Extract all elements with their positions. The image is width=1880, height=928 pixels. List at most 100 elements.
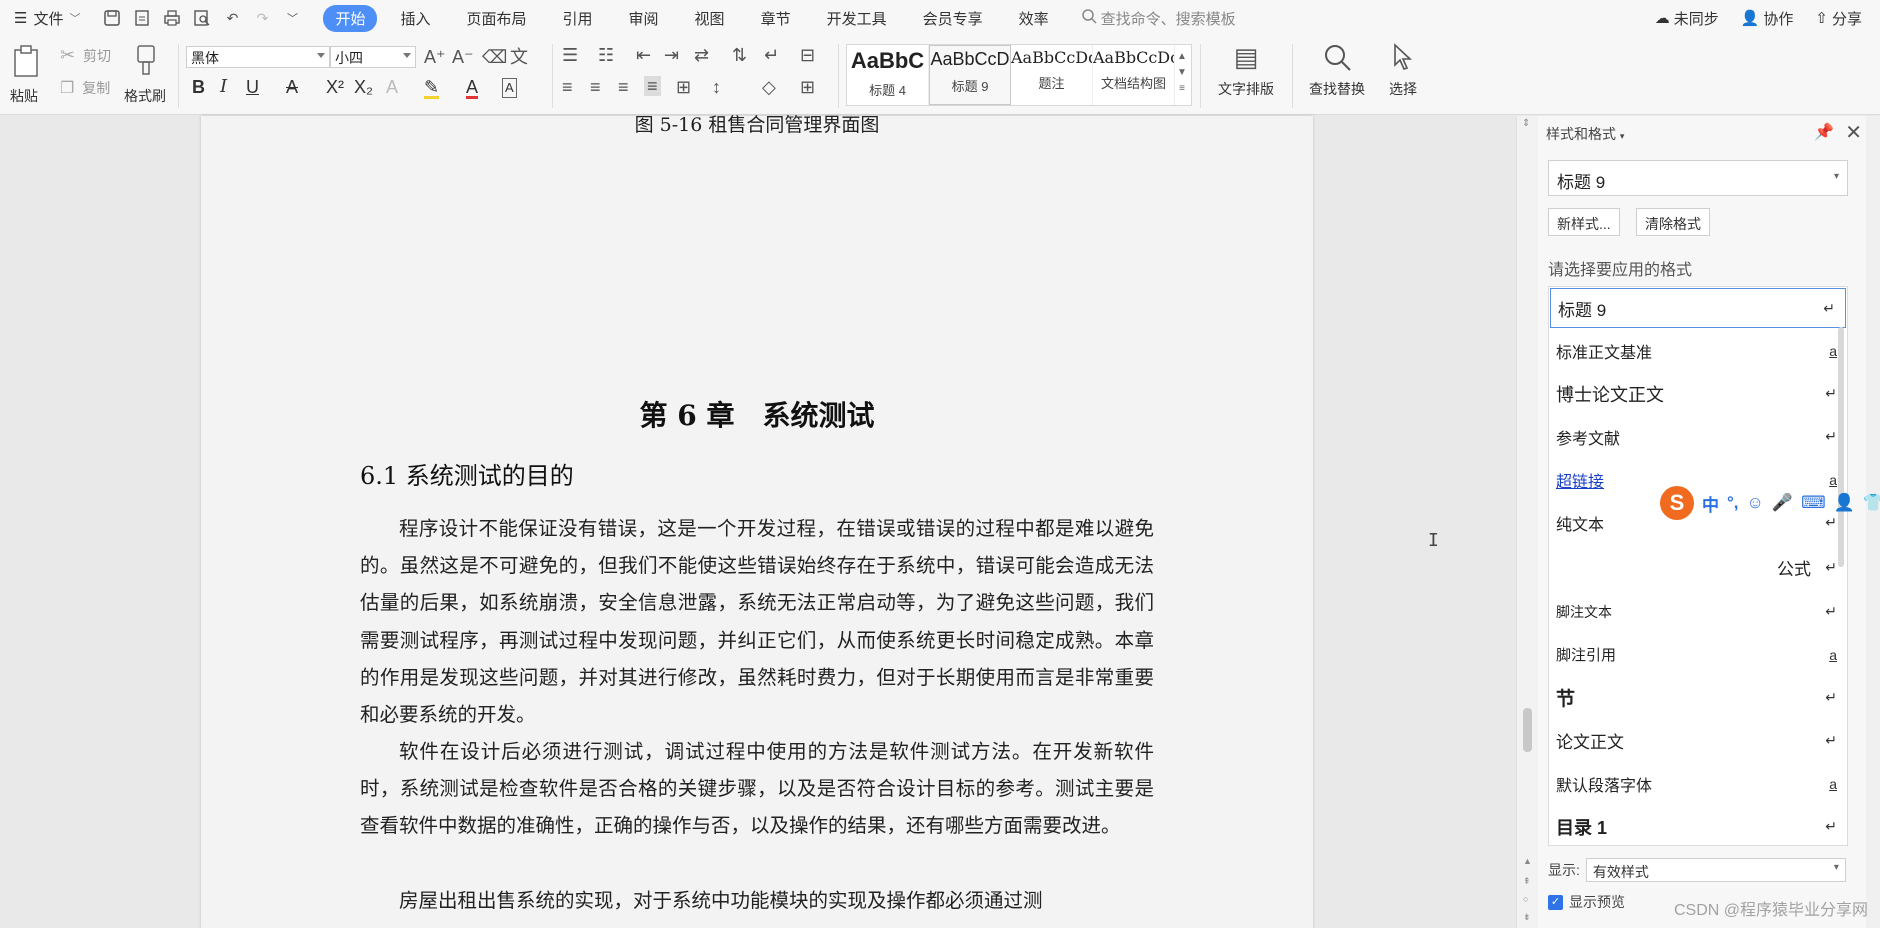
style-list-item[interactable]: 标题 9 ↵	[1550, 288, 1846, 328]
clear-format-button[interactable]: 清除格式	[1636, 208, 1710, 236]
ime-mode-toggle[interactable]: 中	[1702, 491, 1719, 516]
style-list-item[interactable]: 论文正文 ↵	[1549, 719, 1847, 762]
show-preview-checkbox[interactable]: ✓	[1548, 894, 1563, 910]
ime-punctuation-toggle[interactable]: °,	[1727, 493, 1739, 513]
increase-indent-icon[interactable]: ⇥	[664, 46, 679, 64]
font-color-icon[interactable]: A	[466, 78, 479, 99]
style-list-item[interactable]: 公式 ↵	[1549, 544, 1847, 590]
pin-icon[interactable]: 📌	[1814, 122, 1834, 142]
style-gallery-item[interactable]: AaBbCcD 标题 9	[929, 45, 1011, 105]
file-menu-button[interactable]: ☰ 文件 ﹀	[0, 8, 94, 29]
user-icon[interactable]: 👤	[1834, 493, 1855, 513]
paste-button[interactable]: 粘贴	[8, 42, 48, 106]
find-replace-button[interactable]: 查找替换	[1300, 42, 1374, 108]
share-button[interactable]: ⇧ 分享	[1815, 8, 1862, 29]
tab-insert[interactable]: 插入	[387, 5, 443, 32]
style-gallery-scroll[interactable]: ▲ ▼ ≡	[1175, 45, 1189, 105]
style-list-item[interactable]: 目录 1 ↵	[1549, 805, 1847, 845]
style-list-item[interactable]: 博士论文正文 ↵	[1549, 372, 1847, 415]
copy-button[interactable]: ❐ 复制	[60, 78, 110, 98]
superscript-icon[interactable]: X²	[326, 78, 344, 96]
highlight-icon[interactable]: ✎	[424, 78, 440, 99]
shading-icon[interactable]: ◇	[762, 78, 776, 96]
align-center-icon[interactable]: ≡	[590, 78, 601, 96]
style-list-item[interactable]: 脚注文本 ↵	[1549, 590, 1847, 633]
prev-page-icon[interactable]: ⇞	[1523, 876, 1531, 887]
print-icon[interactable]	[162, 8, 182, 28]
tab-review[interactable]: 审阅	[616, 5, 672, 32]
print-preview-icon[interactable]	[192, 8, 212, 28]
show-marks-icon[interactable]: ↵	[764, 46, 779, 64]
style-list-item[interactable]: 参考文献 ↵	[1549, 415, 1847, 458]
export-pdf-icon[interactable]	[132, 8, 152, 28]
style-list-scrollbar[interactable]	[1838, 327, 1844, 567]
undo-icon[interactable]: ↶	[222, 8, 242, 28]
distribute-icon[interactable]: ⊞	[676, 78, 691, 96]
tab-member[interactable]: 会员专享	[910, 5, 996, 32]
redo-icon[interactable]: ↷	[252, 8, 272, 28]
bold-icon[interactable]: B	[192, 78, 205, 96]
tabs-ruler-icon[interactable]: ⊟	[800, 46, 815, 64]
format-painter-button[interactable]: 格式刷	[122, 42, 170, 106]
current-style-select[interactable]: 标题 9 ▾	[1548, 160, 1848, 196]
shrink-font-icon[interactable]: A⁻	[452, 48, 474, 66]
collaborate-button[interactable]: 👤 协作	[1741, 8, 1794, 29]
styles-pane-title[interactable]: 样式和格式 ▾	[1546, 124, 1624, 144]
underline-icon[interactable]: U	[246, 78, 259, 96]
numbered-list-icon[interactable]: ☷	[598, 46, 614, 64]
customize-toolbar-icon[interactable]: ﹀	[282, 8, 302, 28]
microphone-icon[interactable]: 🎤	[1772, 493, 1793, 513]
strikethrough-icon[interactable]: A	[286, 78, 298, 96]
text-effect-icon[interactable]: A	[386, 78, 398, 96]
decrease-indent-icon[interactable]: ⇤	[636, 46, 651, 64]
emoji-icon[interactable]: ☺	[1747, 493, 1764, 513]
tab-references[interactable]: 引用	[550, 5, 606, 32]
clear-formatting-icon[interactable]: ⌫	[482, 48, 507, 66]
sync-status-button[interactable]: ☁ 未同步	[1655, 8, 1719, 29]
tab-developer[interactable]: 开发工具	[814, 5, 900, 32]
style-gallery-item[interactable]: AaBbCcDd 题注	[1011, 45, 1093, 105]
line-spacing-icon[interactable]: ↕	[712, 78, 721, 96]
align-right-icon[interactable]: ≡	[618, 78, 629, 96]
style-list-item[interactable]: 脚注引用 a	[1549, 633, 1847, 676]
keyboard-icon[interactable]: ⌨	[1801, 493, 1826, 513]
sogou-logo-icon[interactable]: S	[1660, 486, 1694, 520]
close-icon[interactable]: ✕	[1845, 120, 1862, 145]
subscript-icon[interactable]: X₂	[354, 78, 373, 96]
command-search[interactable]: 查找命令、搜索模板	[1081, 8, 1236, 29]
scrollbar-thumb[interactable]	[1523, 708, 1532, 752]
justify-icon[interactable]: ≡	[644, 76, 661, 96]
select-button[interactable]: 选择	[1378, 42, 1428, 108]
style-gallery-item[interactable]: AaBbC 标题 4	[847, 45, 929, 105]
next-page-icon[interactable]: ⇟	[1523, 912, 1531, 923]
style-list-item[interactable]: 节 ↵	[1549, 676, 1847, 719]
text-layout-button[interactable]: ▤ 文字排版	[1208, 42, 1284, 108]
document-scrollbar[interactable]: ⇕ ▲ ⇞ ○ ⇟	[1516, 116, 1538, 928]
borders-icon[interactable]: ⊞	[800, 78, 815, 96]
tab-efficiency[interactable]: 效率	[1006, 5, 1062, 32]
tab-sections[interactable]: 章节	[748, 5, 804, 32]
tab-home[interactable]: 开始	[323, 4, 378, 32]
tab-view[interactable]: 视图	[682, 5, 738, 32]
skin-icon[interactable]: 👕	[1863, 493, 1880, 513]
align-left-icon[interactable]: ≡	[562, 78, 573, 96]
char-border-icon[interactable]: A	[502, 78, 517, 98]
document-page[interactable]: 图 5-16 租售合同管理界面图 第 6 章 系统测试 6.1 系统测试的目的 …	[201, 114, 1313, 928]
cut-button[interactable]: ✂ 剪切	[60, 46, 111, 66]
style-gallery-item[interactable]: AaBbCcDc 文档结构图	[1093, 45, 1175, 105]
style-list-item[interactable]: 默认段落字体 a	[1549, 762, 1847, 805]
new-style-button[interactable]: 新样式...	[1548, 208, 1620, 236]
bullet-list-icon[interactable]: ☰	[562, 46, 578, 64]
style-list-item[interactable]: 标准正文基准 a	[1549, 329, 1847, 372]
scroll-up-icon[interactable]: ▲	[1523, 856, 1532, 866]
font-size-select[interactable]: 小四	[330, 46, 416, 68]
sort-icon[interactable]: ⇅	[732, 46, 747, 64]
save-icon[interactable]	[102, 8, 122, 28]
select-browse-icon[interactable]: ○	[1523, 894, 1528, 904]
phonetic-guide-icon[interactable]: 文	[510, 48, 528, 66]
chinese-layout-icon[interactable]: ⇄	[694, 46, 709, 64]
font-name-select[interactable]: 黑体	[186, 46, 330, 68]
tab-page-layout[interactable]: 页面布局	[454, 5, 540, 32]
show-filter-select[interactable]: 有效样式 ▾	[1585, 858, 1846, 882]
italic-icon[interactable]: I	[220, 78, 227, 96]
